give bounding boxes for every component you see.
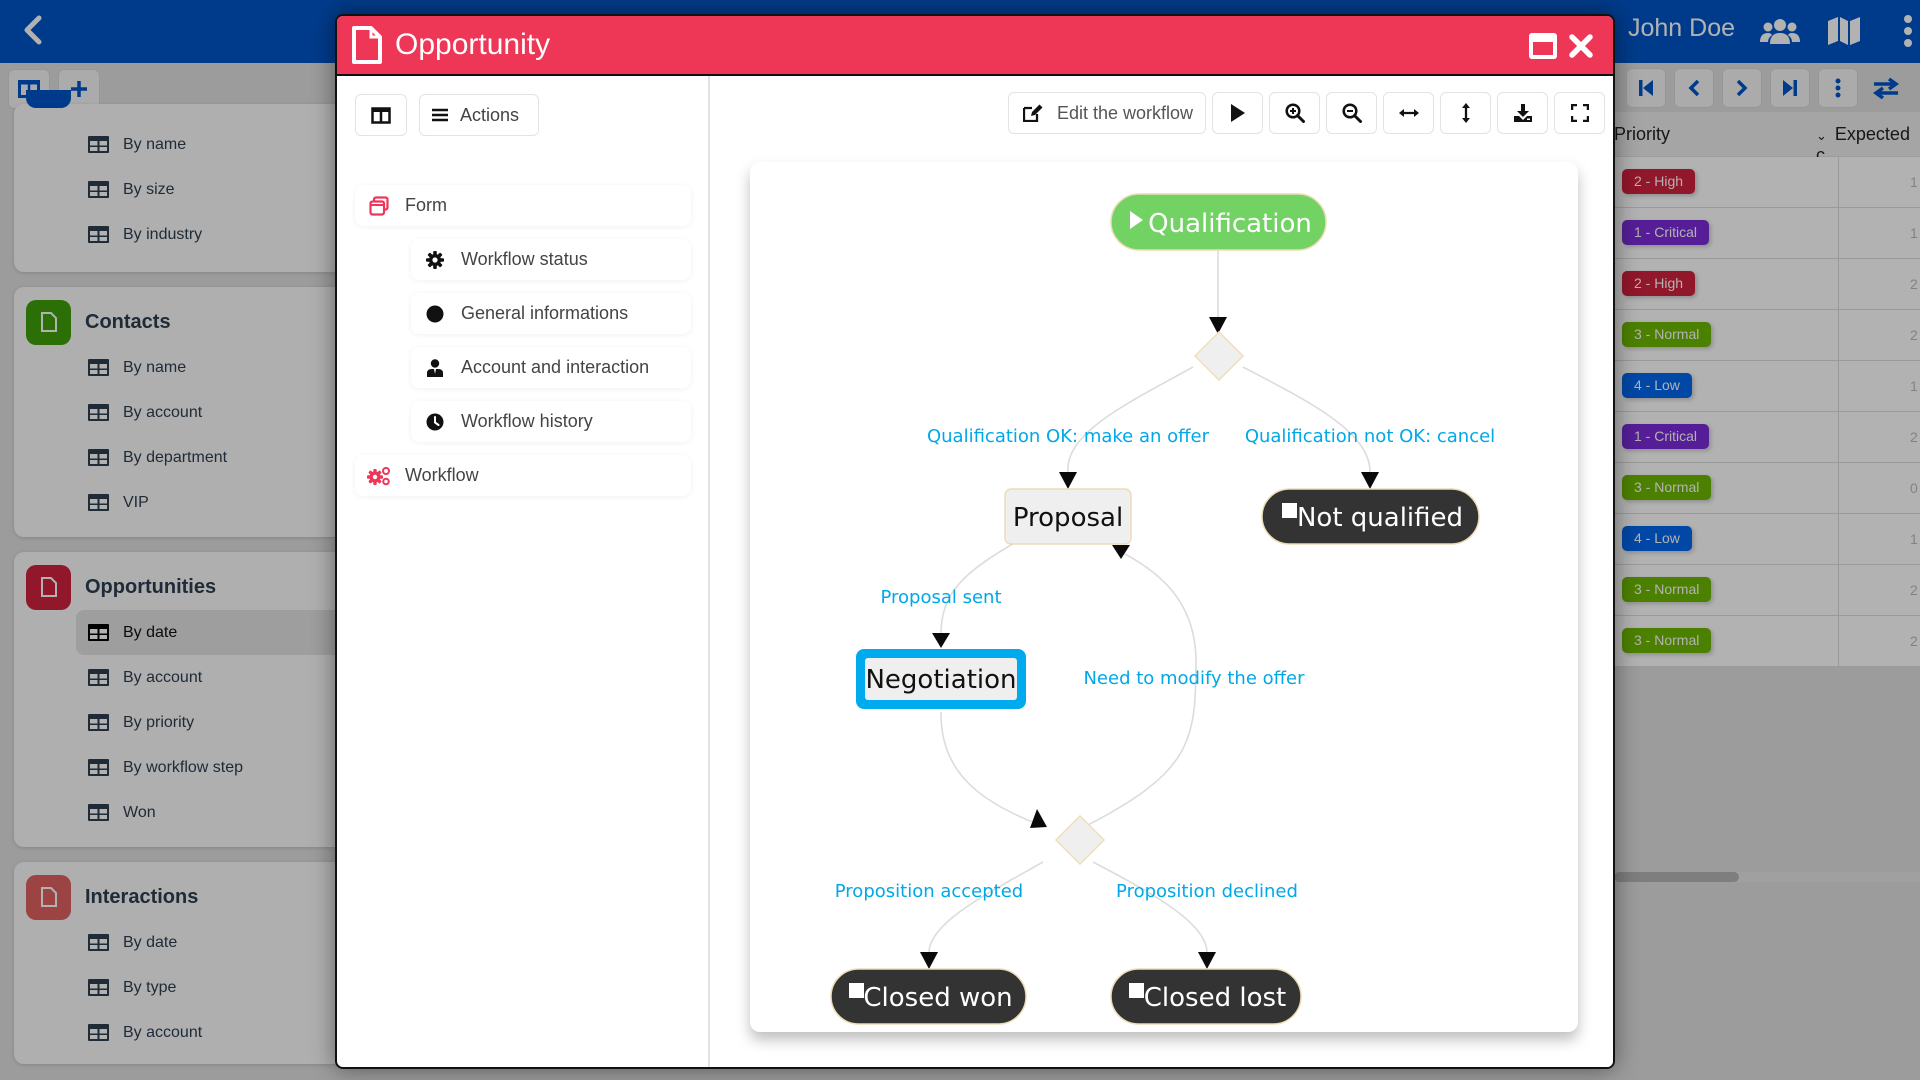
workflow-pane: Edit the workflow Qualification Proposal…	[710, 76, 1613, 1067]
opportunity-modal: Opportunity Actions Form Workflow status	[335, 14, 1615, 1069]
columns-icon	[371, 106, 391, 124]
tree-item-form[interactable]: Form	[355, 185, 691, 226]
edge-gateway2-won	[928, 861, 1044, 953]
tree-item-workflow[interactable]: Workflow	[355, 455, 691, 496]
gear-icon	[423, 249, 447, 271]
node-not-qualified[interactable]: Not qualified	[1261, 488, 1480, 545]
tree-item-general-informations[interactable]: General informations	[411, 293, 691, 334]
tree-item-account-and-interaction[interactable]: Account and interaction	[411, 347, 691, 388]
fit-width-icon	[1398, 109, 1419, 117]
close-button[interactable]	[1569, 33, 1593, 64]
node-proposal[interactable]: Proposal	[1004, 488, 1132, 545]
edge-gateway2-lost	[1092, 861, 1208, 953]
edit-icon	[1023, 104, 1043, 122]
arrowhead	[1059, 472, 1077, 489]
run-button[interactable]	[1212, 92, 1263, 134]
svg-text:Closed won: Closed won	[863, 983, 1012, 1013]
arrowhead	[1209, 317, 1227, 334]
actions-button[interactable]: Actions	[419, 94, 539, 136]
zoom-out-button[interactable]	[1326, 92, 1377, 134]
play-icon	[1230, 104, 1245, 122]
modal-title: Opportunity	[395, 28, 551, 61]
node-closed-won[interactable]: Closed won	[830, 968, 1027, 1025]
arrowhead	[932, 633, 950, 648]
svg-text:Closed lost: Closed lost	[1144, 983, 1286, 1013]
node-qualification[interactable]: Qualification	[1110, 193, 1327, 251]
transition-label[interactable]: Need to modify the offer	[1083, 668, 1305, 689]
form-icon	[367, 195, 391, 217]
workflow-svg: Qualification Proposal Not qualified Neg…	[830, 193, 1495, 1025]
download-button[interactable]	[1497, 92, 1548, 134]
gateway-negotiation	[1054, 814, 1106, 866]
menu-icon	[432, 108, 448, 122]
clock-icon	[423, 411, 447, 433]
window-maximize-icon	[1529, 33, 1557, 59]
tree-item-workflow-history[interactable]: Workflow history	[411, 401, 691, 442]
arrowhead	[1112, 545, 1130, 559]
workflow-toolbar: Edit the workflow	[1008, 92, 1605, 134]
arrowhead	[920, 952, 938, 969]
zoom-out-icon	[1341, 103, 1362, 123]
fit-height-icon	[1461, 103, 1470, 123]
svg-text:Not qualified: Not qualified	[1297, 503, 1463, 533]
close-icon	[1569, 34, 1593, 58]
modal-navigation-pane: Actions Form Workflow status General inf…	[337, 76, 710, 1067]
arrowhead	[1030, 809, 1047, 828]
fit-width-button[interactable]	[1383, 92, 1434, 134]
zoom-in-icon	[1284, 103, 1305, 123]
gears-icon	[367, 465, 391, 487]
modal-title-bar: Opportunity	[337, 16, 1613, 76]
toggle-layout-button[interactable]	[355, 94, 407, 136]
zoom-in-button[interactable]	[1269, 92, 1320, 134]
gateway-qualification	[1193, 330, 1245, 382]
fullscreen-icon	[1570, 104, 1589, 122]
tree-item-workflow-status[interactable]: Workflow status	[411, 239, 691, 280]
fit-height-button[interactable]	[1440, 92, 1491, 134]
svg-text:Proposal: Proposal	[1013, 503, 1123, 533]
node-negotiation-current[interactable]: Negotiation	[856, 649, 1026, 709]
arrowhead	[1361, 472, 1379, 489]
transition-label[interactable]: Proposal sent	[880, 587, 1001, 608]
file-icon	[352, 26, 382, 64]
svg-text:Negotiation: Negotiation	[865, 665, 1016, 695]
edit-workflow-button[interactable]: Edit the workflow	[1008, 92, 1206, 134]
download-icon	[1513, 104, 1532, 122]
stop-icon	[849, 983, 864, 998]
node-closed-lost[interactable]: Closed lost	[1110, 968, 1302, 1025]
transition-label[interactable]: Proposition declined	[1116, 881, 1298, 902]
transition-label[interactable]: Qualification not OK: cancel	[1245, 426, 1495, 447]
transition-label[interactable]: Qualification OK: make an offer	[927, 426, 1210, 447]
stop-icon	[1129, 983, 1144, 998]
stop-icon	[1282, 503, 1297, 518]
edge-gateway-proposal	[1067, 366, 1194, 473]
maximize-button[interactable]	[1529, 33, 1557, 64]
form-tree: Form Workflow status General information…	[355, 185, 691, 509]
transition-label[interactable]: Proposition accepted	[835, 881, 1023, 902]
workflow-diagram: Qualification Proposal Not qualified Neg…	[750, 162, 1578, 1032]
edge-gateway-not-qualified	[1242, 366, 1371, 473]
edge-negotiation-gateway2	[940, 711, 1041, 826]
svg-text:Qualification: Qualification	[1148, 209, 1312, 239]
fullscreen-button[interactable]	[1554, 92, 1605, 134]
user-tie-icon	[423, 357, 447, 379]
arrowhead	[1198, 952, 1216, 969]
circle-icon	[423, 303, 447, 325]
